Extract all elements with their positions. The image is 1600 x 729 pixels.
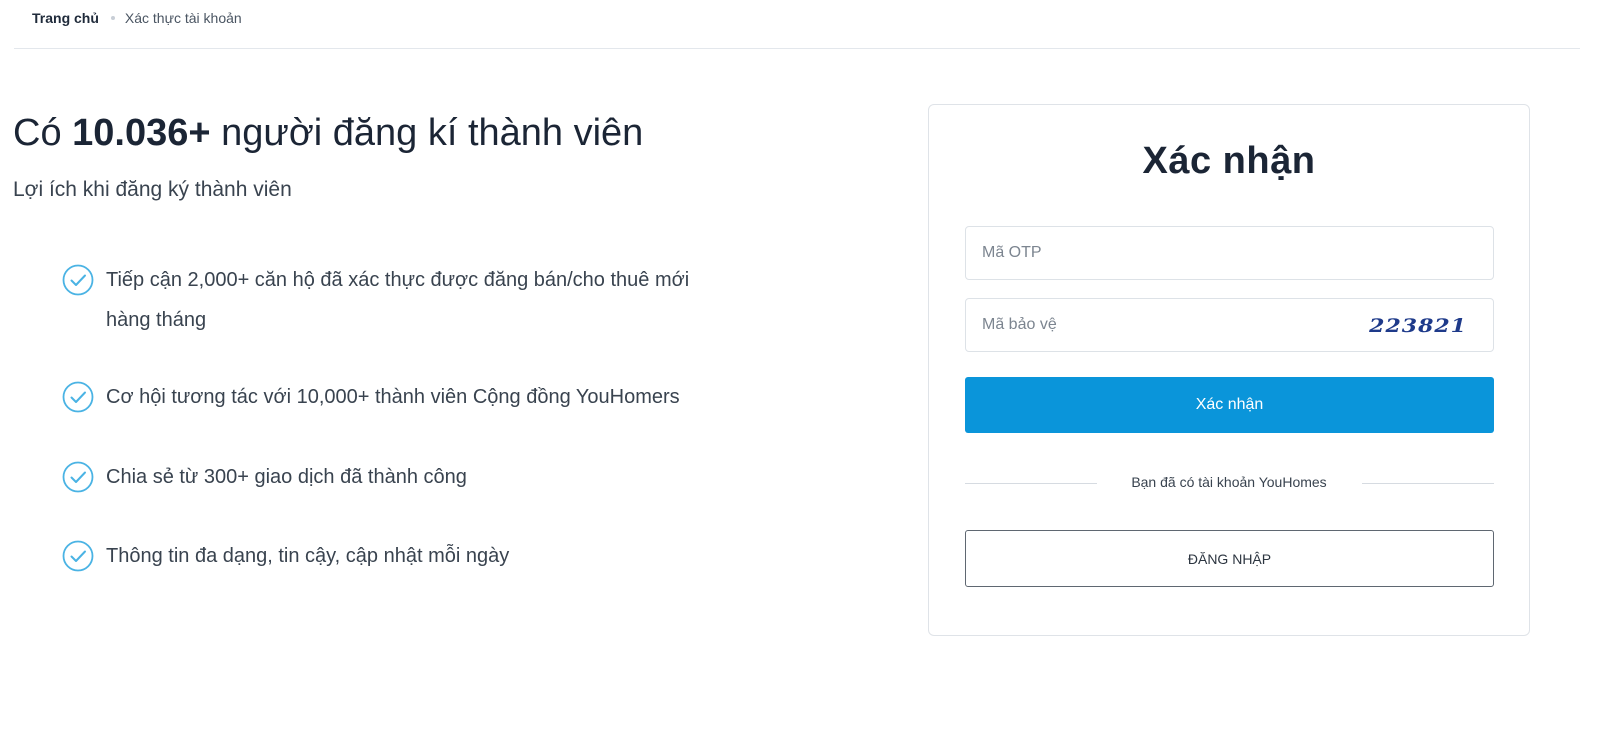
check-circle-icon bbox=[62, 461, 94, 493]
page-subtitle: Lợi ích khi đăng ký thành viên bbox=[13, 178, 292, 201]
check-circle-icon bbox=[62, 381, 94, 413]
confirm-button[interactable]: Xác nhận bbox=[965, 377, 1494, 433]
header-divider bbox=[14, 48, 1580, 49]
benefit-text: Tiếp cận 2,000+ căn hộ đã xác thực được … bbox=[106, 260, 689, 340]
benefit-item: Chia sẻ từ 300+ giao dịch đã thành công bbox=[62, 461, 467, 497]
benefit-item: Thông tin đa dạng, tin cậy, cập nhật mỗi… bbox=[62, 540, 509, 576]
benefit-text-line: Tiếp cận 2,000+ căn hộ đã xác thực được … bbox=[106, 269, 690, 291]
page-title: Có 10.036+ người đăng kí thành viên bbox=[13, 112, 643, 155]
breadcrumb-current: Xác thực tài khoản bbox=[124, 10, 242, 26]
security-code-field: 223821 bbox=[965, 298, 1494, 352]
captcha-image: 223821 bbox=[1369, 314, 1467, 338]
benefit-text: Cơ hội tương tác với 10,000+ thành viên … bbox=[106, 386, 680, 408]
divider-line-right bbox=[1362, 483, 1494, 484]
divider-line-left bbox=[965, 483, 1097, 484]
benefit-text: Chia sẻ từ 300+ giao dịch đã thành công bbox=[106, 466, 467, 488]
check-circle-icon bbox=[62, 264, 94, 296]
check-circle-icon bbox=[62, 540, 94, 572]
member-count: 10.036+ bbox=[72, 112, 211, 154]
otp-input[interactable] bbox=[966, 227, 1493, 279]
benefit-text-line: hàng tháng bbox=[106, 309, 207, 331]
breadcrumb-separator bbox=[110, 16, 115, 20]
benefit-item: Cơ hội tương tác với 10,000+ thành viên … bbox=[62, 381, 680, 417]
login-button[interactable]: ĐĂNG NHẬP bbox=[965, 530, 1494, 587]
divider-text: Bạn đã có tài khoản YouHomes bbox=[1131, 474, 1327, 490]
title-prefix: Có bbox=[13, 112, 62, 154]
breadcrumb: Trang chủ Xác thực tài khoản bbox=[32, 8, 242, 28]
benefit-text: Thông tin đa dạng, tin cậy, cập nhật mỗi… bbox=[106, 545, 510, 567]
breadcrumb-home-link[interactable]: Trang chủ bbox=[32, 10, 99, 26]
form-title: Xác nhận bbox=[1142, 140, 1316, 182]
benefit-item: Tiếp cận 2,000+ căn hộ đã xác thực được … bbox=[62, 264, 689, 340]
scrollbar[interactable] bbox=[1586, 0, 1600, 729]
title-suffix: người đăng kí thành viên bbox=[221, 112, 644, 154]
otp-field bbox=[965, 226, 1494, 280]
